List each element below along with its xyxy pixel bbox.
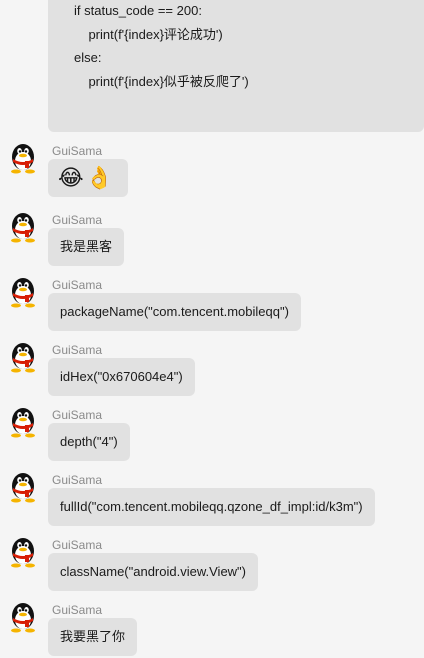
message-bubble[interactable]: idHex("0x670604e4"): [48, 358, 195, 396]
sender-name: GuiSama: [52, 144, 103, 158]
sender-name: GuiSama: [52, 538, 103, 552]
code-line: if status_code == 200:: [74, 3, 202, 18]
qq-penguin-icon[interactable]: [8, 142, 38, 174]
message-bubble[interactable]: fullId("com.tencent.mobileqq.qzone_df_im…: [48, 488, 375, 526]
message-bubble[interactable]: depth("4"): [48, 423, 130, 461]
sender-name: GuiSama: [52, 603, 103, 617]
sender-name: GuiSama: [52, 213, 103, 227]
qq-penguin-icon[interactable]: [8, 276, 38, 308]
code-line: print(f'{index}似乎被反爬了'): [74, 74, 249, 89]
sender-name: GuiSama: [52, 343, 103, 357]
qq-penguin-icon[interactable]: [8, 341, 38, 373]
sender-name: GuiSama: [52, 473, 103, 487]
qq-penguin-icon[interactable]: [8, 211, 38, 243]
message-bubble[interactable]: className("android.view.View"): [48, 553, 259, 591]
ok-hand-emoji: 👌: [85, 165, 114, 190]
message-bubble[interactable]: 😂 👌: [48, 159, 128, 197]
qq-penguin-icon[interactable]: [8, 406, 38, 438]
qq-penguin-icon[interactable]: [8, 601, 38, 633]
code-message-bubble[interactable]: if status_code == 200: print(f'{index}评论…: [48, 0, 424, 132]
sender-name: GuiSama: [52, 408, 103, 422]
message-bubble[interactable]: 我是黑客: [48, 228, 125, 266]
code-line: print(f'{index}评论成功'): [74, 27, 223, 42]
sender-name: GuiSama: [52, 278, 103, 292]
qq-penguin-icon[interactable]: [8, 536, 38, 568]
qq-penguin-icon[interactable]: [8, 471, 38, 503]
code-line: else:: [74, 50, 102, 65]
message-bubble[interactable]: packageName("com.tencent.mobileqq"): [48, 293, 301, 331]
message-bubble[interactable]: 我要黑了你: [48, 618, 138, 656]
laughing-emoji: 😂: [58, 165, 84, 190]
